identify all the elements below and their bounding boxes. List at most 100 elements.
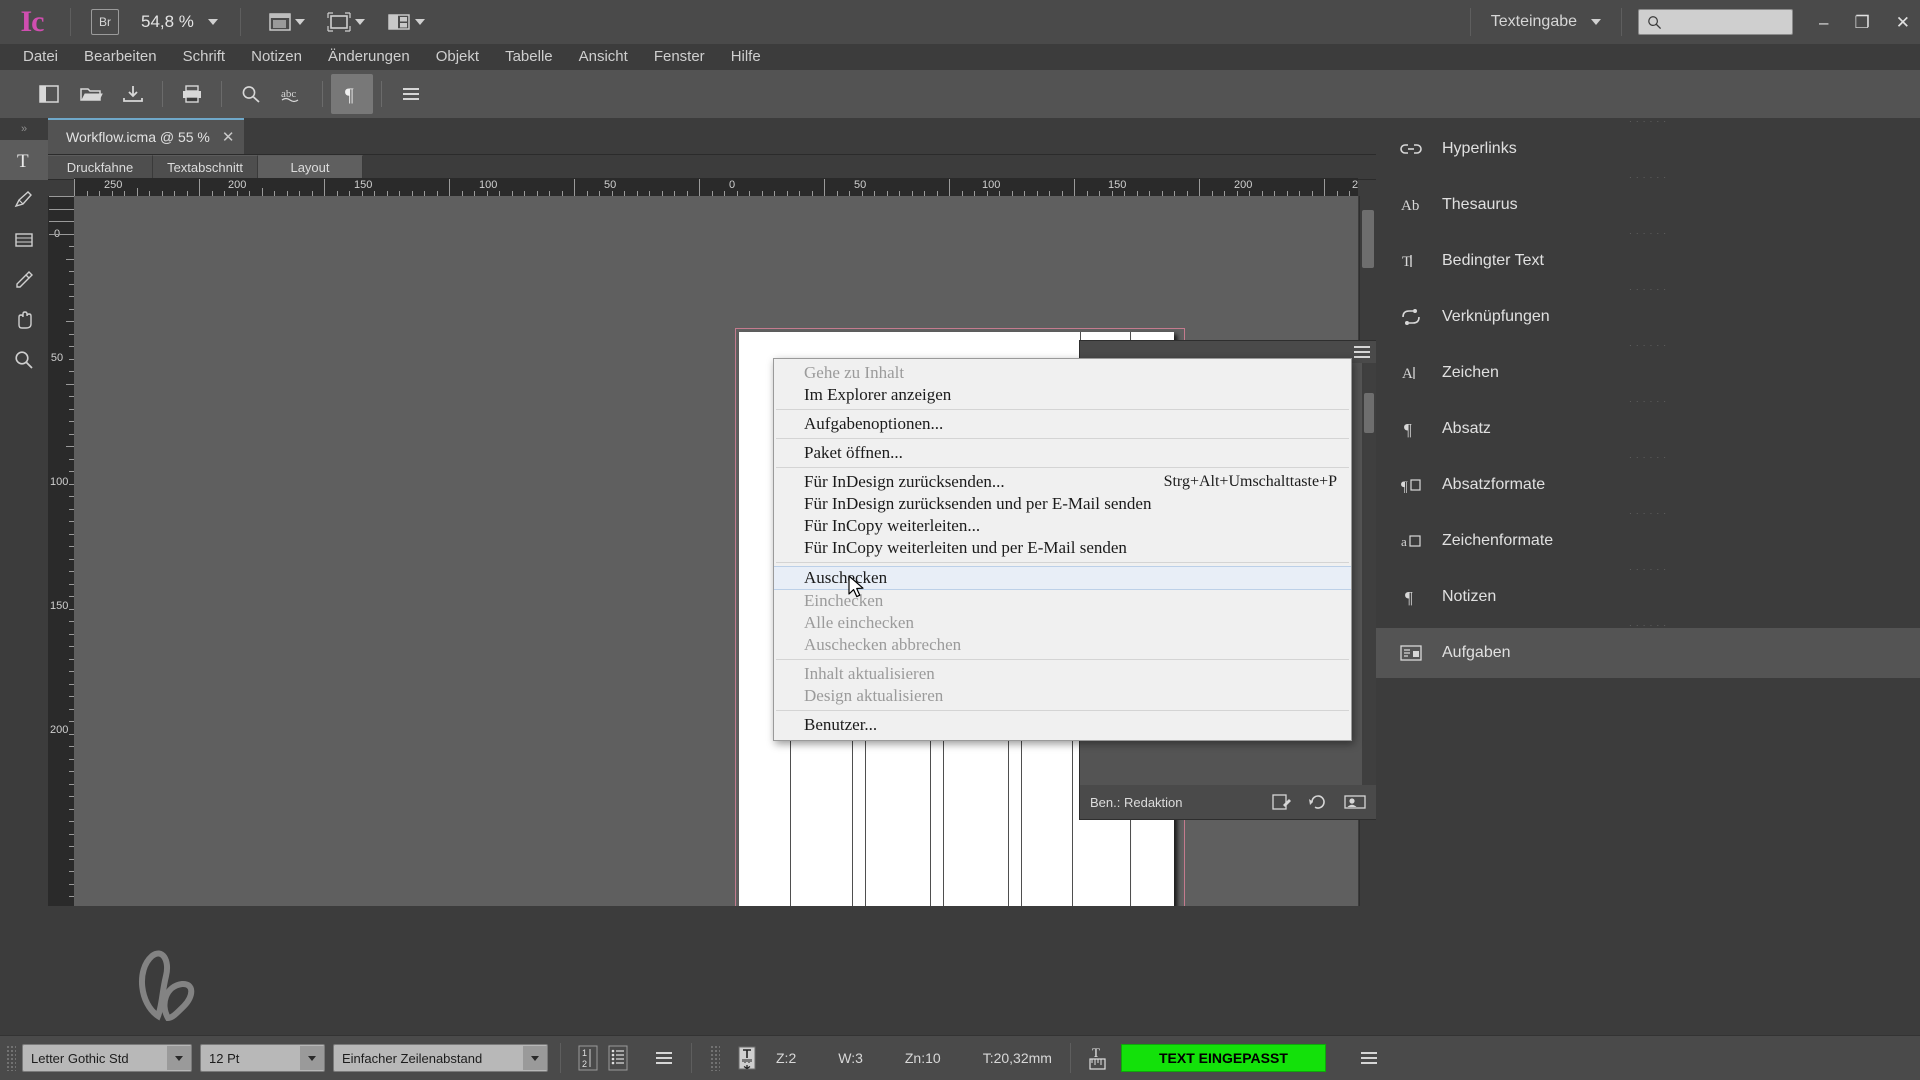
menu-bearbeiten[interactable]: Bearbeiten (71, 44, 170, 70)
drag-handle[interactable] (6, 1045, 16, 1071)
refresh-icon[interactable] (1308, 793, 1328, 811)
print-button[interactable] (171, 74, 213, 114)
context-menu-item[interactable]: Im Explorer anzeigen (774, 384, 1351, 406)
character-styles-icon: a (1398, 531, 1424, 551)
show-hidden-characters-button[interactable]: ¶ (331, 74, 373, 114)
edit-content-icon[interactable] (1272, 793, 1292, 811)
chevron-down-icon[interactable] (167, 1046, 191, 1070)
context-menu-item[interactable]: Benutzer... (774, 714, 1351, 736)
view-mode-button[interactable] (327, 12, 365, 32)
search-input[interactable] (1638, 9, 1794, 35)
text-depth-button[interactable] (732, 1043, 762, 1073)
chevron-down-icon[interactable] (523, 1046, 547, 1070)
spellcheck-button[interactable]: abc (272, 74, 314, 114)
menu-ansicht[interactable]: Ansicht (566, 44, 641, 70)
horizontal-ruler[interactable]: 250 200 150 100 50 0 50 100 150 200 2 (74, 178, 1358, 196)
eyedropper-tool[interactable] (0, 260, 48, 300)
story-view-button[interactable] (28, 74, 70, 114)
scrollbar-thumb[interactable] (1362, 210, 1374, 268)
minimize-button[interactable]: – (1819, 14, 1828, 31)
panel-item-hyperlinks[interactable]: Hyperlinks (1376, 124, 1920, 174)
user-icon[interactable] (1344, 793, 1366, 811)
context-menu-item[interactable]: Für InDesign zurücksenden und per E-Mail… (774, 493, 1351, 515)
menu-fenster[interactable]: Fenster (641, 44, 718, 70)
tab-label: Druckfahne (66, 160, 134, 175)
menu-datei[interactable]: Datei (10, 44, 71, 70)
hand-tool[interactable] (0, 300, 48, 340)
font-size-select[interactable]: 12 Pt (200, 1044, 325, 1072)
panel-item-absatzformate[interactable]: ¶ Absatzformate (1376, 460, 1920, 510)
conditional-text-icon: T (1398, 251, 1424, 271)
chevron-down-icon[interactable] (300, 1046, 324, 1070)
position-tool-icon (15, 233, 33, 247)
divider (239, 8, 241, 36)
assignments-icon (1398, 643, 1424, 663)
menu-notizen[interactable]: Notizen (238, 44, 315, 70)
paragraph-align-button[interactable] (649, 1043, 679, 1073)
position-tool[interactable] (0, 220, 48, 260)
context-menu-item[interactable]: Auschecken (774, 566, 1351, 590)
panel-item-verkn-pfungen[interactable]: Verknüpfungen (1376, 292, 1920, 342)
panel-item-thesaurus[interactable]: Ab Thesaurus (1376, 180, 1920, 230)
document-tab[interactable]: Workflow.icma @ 55 % ✕ (48, 118, 245, 154)
save-button[interactable] (112, 74, 154, 114)
bulleted-list-button[interactable] (603, 1043, 633, 1073)
eyedropper-icon (16, 271, 33, 288)
tab-layout[interactable]: Layout (258, 155, 363, 179)
panel-options-icon[interactable] (1354, 346, 1370, 358)
assignments-scrollbar[interactable] (1362, 363, 1376, 785)
status-bar: Letter Gothic Std 12 Pt Einfacher Zeilen… (0, 1035, 1920, 1080)
leading-select[interactable]: Einfacher Zeilenabstand (333, 1044, 548, 1072)
panel-menu-button[interactable] (390, 74, 432, 114)
scrollbar-thumb[interactable] (1364, 393, 1374, 433)
type-tool[interactable]: T (0, 140, 48, 180)
panel-item-bedingter-text[interactable]: T Bedingter Text (1376, 236, 1920, 286)
close-button[interactable]: ✕ (1896, 14, 1910, 31)
menu-hilfe[interactable]: Hilfe (718, 44, 774, 70)
note-tool[interactable] (0, 180, 48, 220)
menu-objekt[interactable]: Objekt (423, 44, 492, 70)
bridge-button[interactable]: Br (91, 9, 119, 35)
svg-text:¶: ¶ (1405, 588, 1413, 607)
maximize-button[interactable]: ❐ (1855, 14, 1870, 31)
find-change-button[interactable] (230, 74, 272, 114)
context-menu-item-label: Einchecken (804, 591, 884, 610)
panel-item-notizen[interactable]: ¶ Notizen (1376, 572, 1920, 622)
tab-textabschnitt[interactable]: Textabschnitt (153, 155, 258, 179)
open-button[interactable] (70, 74, 112, 114)
context-menu-item[interactable]: Für InCopy weiterleiten... (774, 515, 1351, 537)
ruler-label: 100 (982, 179, 1001, 191)
panel-item-zeichen[interactable]: A Zeichen (1376, 348, 1920, 398)
ruler-label: 0 (729, 179, 736, 191)
zoom-tool[interactable] (0, 340, 48, 380)
menu-tabelle[interactable]: Tabelle (492, 44, 566, 70)
panel-item-aufgaben[interactable]: Aufgaben (1376, 628, 1920, 678)
screen-mode-button[interactable] (269, 12, 305, 32)
zoom-level-selector[interactable]: 54,8 % (141, 12, 218, 32)
context-menu-item[interactable]: Paket öffnen... (774, 442, 1351, 464)
arrange-documents-button[interactable] (387, 12, 425, 32)
status-panel-menu-button[interactable] (1354, 1043, 1384, 1073)
context-menu-item[interactable]: Für InCopy weiterleiten und per E-Mail s… (774, 537, 1351, 559)
close-icon[interactable]: ✕ (222, 128, 235, 146)
ruler-label: 50 (854, 179, 867, 191)
tools-panel-expand[interactable]: » (0, 118, 48, 140)
copyfit-ruler-button[interactable]: T (1083, 1043, 1113, 1073)
menu-aenderungen[interactable]: Änderungen (315, 44, 423, 70)
workspace-switcher[interactable]: Texteingabe (1477, 13, 1615, 31)
drag-handle[interactable] (710, 1045, 720, 1071)
context-menu-item-label: Auschecken (804, 568, 888, 587)
context-menu-item[interactable]: Für InDesign zurücksenden... Strg+Alt+Ums… (774, 471, 1351, 493)
tab-druckfahne[interactable]: Druckfahne (48, 155, 153, 179)
context-menu-item-label: Gehe zu Inhalt (804, 363, 905, 382)
numbered-list-button[interactable]: 1 2 (573, 1043, 603, 1073)
vertical-ruler[interactable]: 0 50 100 150 200 (48, 196, 74, 906)
chevron-down-icon (294, 19, 305, 25)
panel-item-zeichenformate[interactable]: a Zeichenformate (1376, 516, 1920, 566)
divider (381, 81, 382, 107)
panel-item-absatz[interactable]: ¶ Absatz (1376, 404, 1920, 454)
font-family-select[interactable]: Letter Gothic Std (22, 1044, 192, 1072)
menu-schrift[interactable]: Schrift (170, 44, 239, 70)
search-icon (1648, 15, 1662, 29)
context-menu-item[interactable]: Aufgabenoptionen... (774, 413, 1351, 435)
